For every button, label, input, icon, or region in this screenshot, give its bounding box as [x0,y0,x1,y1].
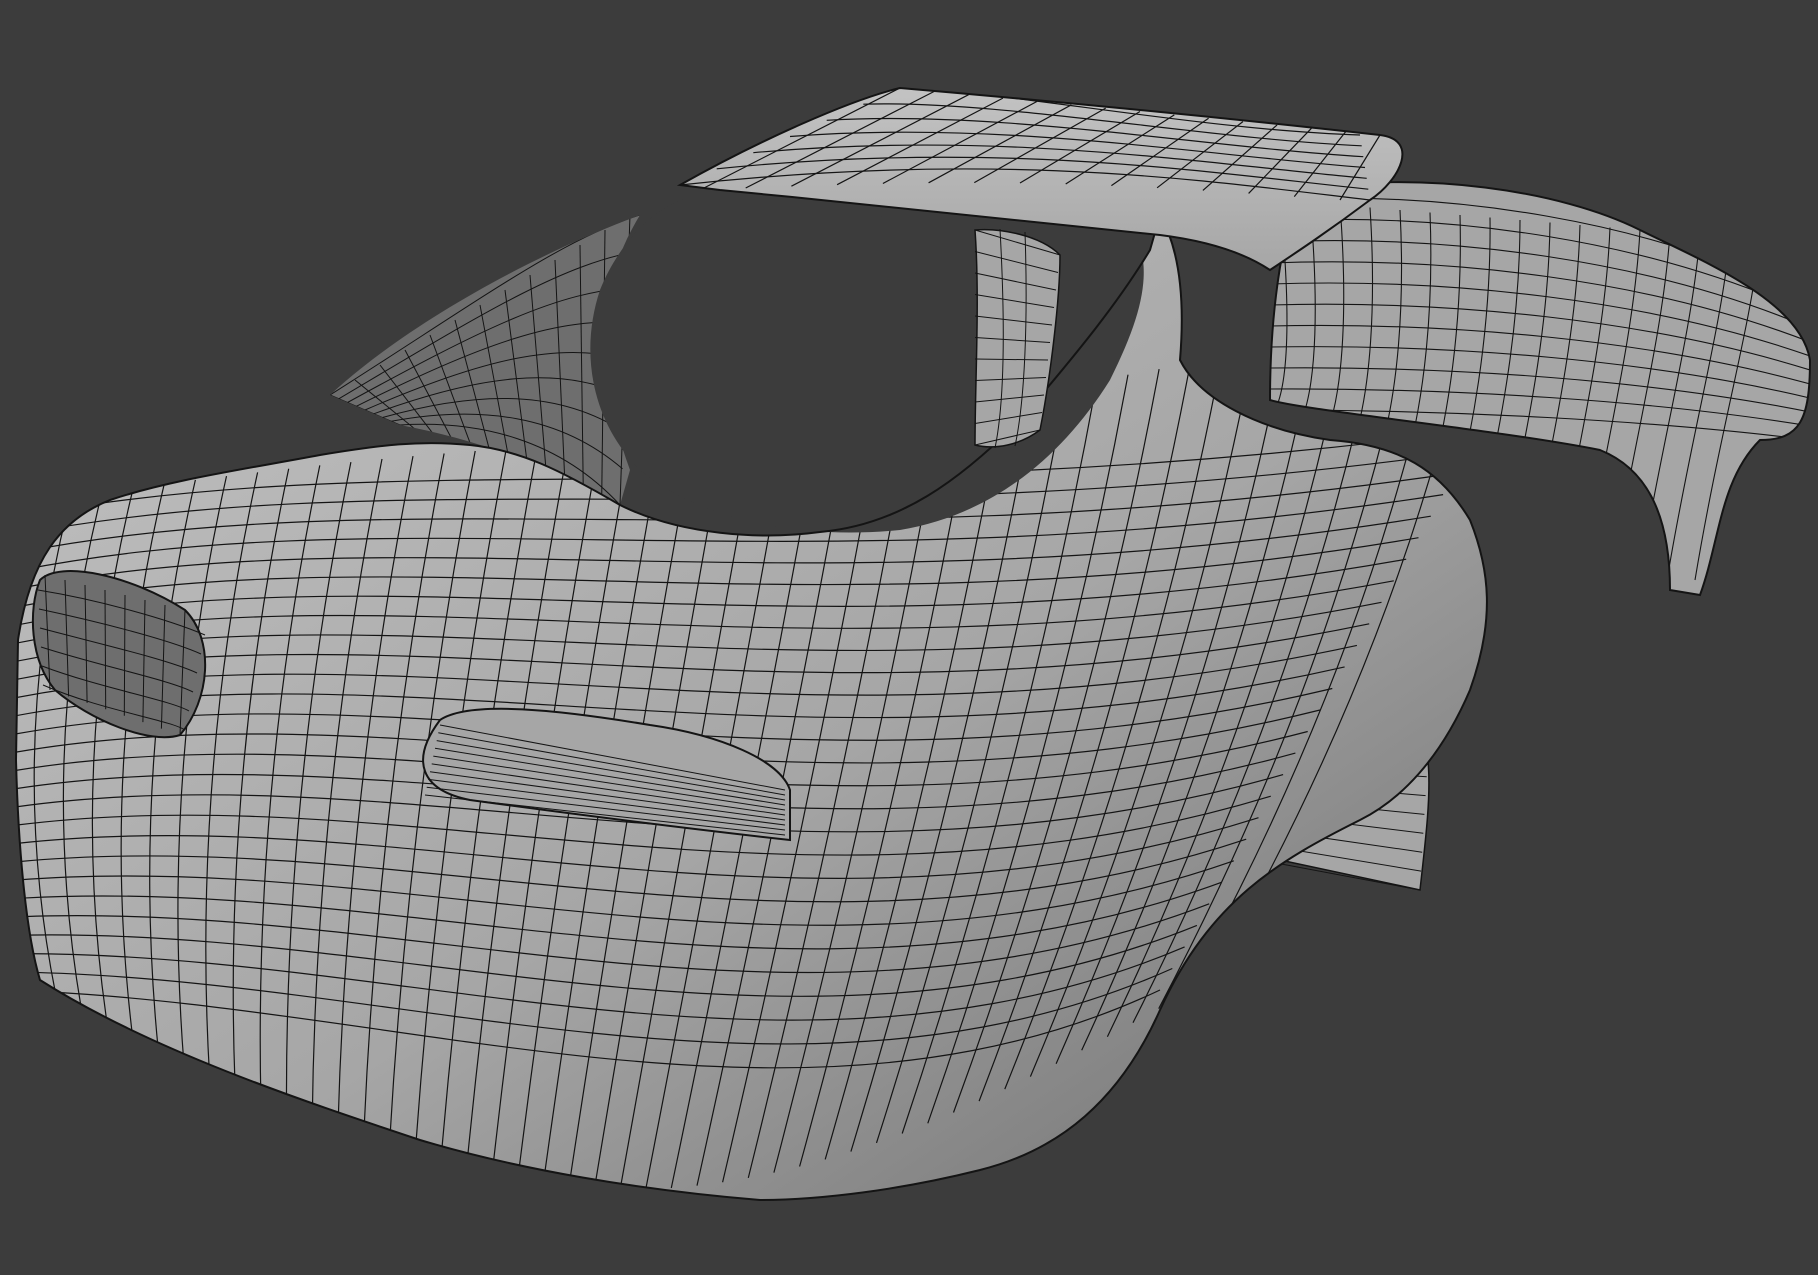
3d-viewport[interactable] [0,0,1818,1275]
wire-edge [123,594,126,716]
wire-edge [104,589,107,710]
viewport-canvas[interactable] [0,0,1818,1275]
